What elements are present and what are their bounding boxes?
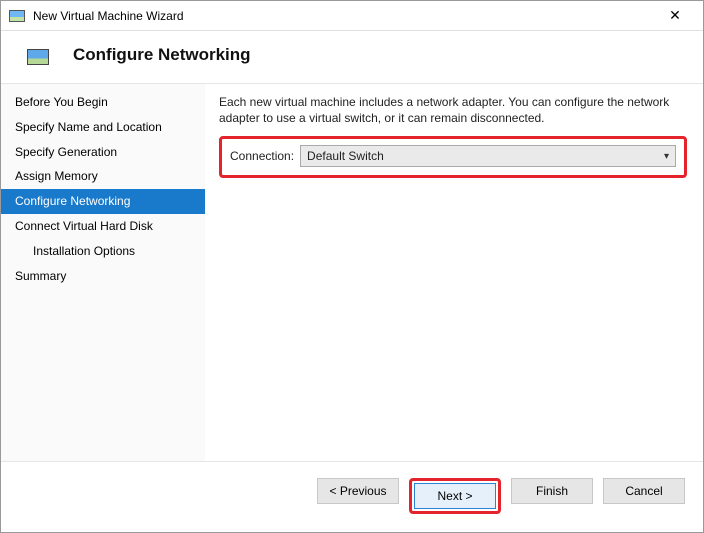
page-title: Configure Networking (73, 45, 251, 65)
step-assign-memory[interactable]: Assign Memory (1, 164, 205, 189)
finish-button[interactable]: Finish (511, 478, 593, 504)
step-summary[interactable]: Summary (1, 264, 205, 289)
step-configure-networking[interactable]: Configure Networking (1, 189, 205, 214)
connection-highlight: Connection: Default Switch ▾ (219, 136, 687, 178)
step-specify-generation[interactable]: Specify Generation (1, 140, 205, 165)
titlebar: New Virtual Machine Wizard ✕ (1, 1, 703, 31)
next-button-highlight: Next > (409, 478, 501, 514)
window-title: New Virtual Machine Wizard (33, 9, 655, 23)
wizard-steps-sidebar: Before You Begin Specify Name and Locati… (1, 84, 205, 461)
connection-value: Default Switch (307, 149, 384, 163)
step-before-you-begin[interactable]: Before You Begin (1, 90, 205, 115)
wizard-window: New Virtual Machine Wizard ✕ Configure N… (0, 0, 704, 533)
step-installation-options[interactable]: Installation Options (1, 239, 205, 264)
step-specify-name-location[interactable]: Specify Name and Location (1, 115, 205, 140)
step-connect-virtual-hard-disk[interactable]: Connect Virtual Hard Disk (1, 214, 205, 239)
previous-button[interactable]: < Previous (317, 478, 399, 504)
wizard-header-icon (27, 49, 49, 65)
app-icon (9, 10, 25, 22)
cancel-button[interactable]: Cancel (603, 478, 685, 504)
connection-label: Connection: (230, 149, 294, 163)
close-icon[interactable]: ✕ (655, 7, 695, 24)
chevron-down-icon: ▾ (664, 151, 669, 162)
wizard-header: Configure Networking (1, 31, 703, 83)
wizard-footer: < Previous Next > Finish Cancel (1, 461, 703, 532)
wizard-body: Before You Begin Specify Name and Locati… (1, 83, 703, 461)
connection-dropdown[interactable]: Default Switch ▾ (300, 145, 676, 167)
page-description: Each new virtual machine includes a netw… (219, 94, 687, 126)
wizard-content: Each new virtual machine includes a netw… (205, 84, 703, 461)
next-button[interactable]: Next > (414, 483, 496, 509)
